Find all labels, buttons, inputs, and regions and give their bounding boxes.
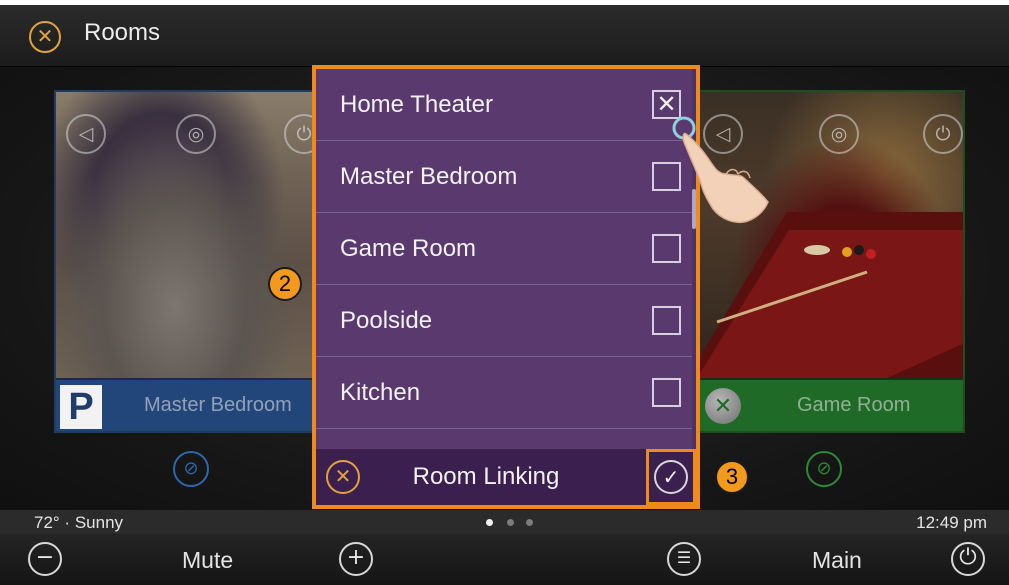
dialog-footer: ✕ Room Linking ✓ bbox=[316, 449, 696, 505]
power-button[interactable]: ⏻ bbox=[951, 542, 985, 576]
room-row-poolside[interactable]: Poolside bbox=[316, 285, 696, 357]
lightbulb-icon[interactable]: ◎ bbox=[176, 114, 216, 154]
checkbox[interactable] bbox=[652, 378, 681, 407]
power-icon[interactable]: ⏻ bbox=[923, 114, 963, 154]
room-linking-dialog: Home Theater ✕ Master Bedroom Game Room … bbox=[312, 65, 700, 509]
bottom-toolbar: − Mute + ☰ Main ⏻ bbox=[0, 534, 1009, 585]
confirm-button[interactable]: ✓ bbox=[646, 449, 696, 505]
room-row-master-bedroom[interactable]: Master Bedroom bbox=[316, 141, 696, 213]
header-bar: ✕ Rooms bbox=[0, 5, 1009, 67]
link-icon[interactable]: ⊘ bbox=[173, 451, 209, 487]
app-window: ✕ Rooms ◁ ◎ ⏻ P Master Bedroom ◁ ◎ ⏻ ✕ G… bbox=[0, 0, 1009, 585]
page-indicator-dot-active[interactable] bbox=[486, 519, 493, 526]
volume-down-button[interactable]: − bbox=[28, 542, 62, 576]
room-row-label: Poolside bbox=[340, 307, 433, 334]
room-row-label: Master Bedroom bbox=[340, 163, 518, 190]
step-callout-2: 2 bbox=[268, 267, 302, 301]
main-button[interactable]: Main bbox=[812, 547, 862, 574]
pointing-hand-icon bbox=[672, 116, 769, 224]
pandora-logo-icon: P bbox=[60, 385, 102, 429]
room-card-bar: P Master Bedroom bbox=[56, 380, 319, 431]
lightbulb-icon[interactable]: ◎ bbox=[819, 114, 859, 154]
page-title: Rooms bbox=[84, 19, 161, 46]
room-row-label: Game Room bbox=[340, 235, 477, 262]
step-callout-3: 3 bbox=[715, 460, 749, 494]
room-row-home-theater[interactable]: Home Theater ✕ bbox=[316, 69, 696, 141]
room-row-label: Kitchen bbox=[340, 379, 421, 406]
room-card-bar: ✕ Game Room bbox=[697, 380, 963, 431]
page-indicator-dot[interactable] bbox=[507, 519, 514, 526]
room-row-kitchen[interactable]: Kitchen bbox=[316, 357, 696, 429]
checkmark-icon[interactable]: ✓ bbox=[654, 460, 688, 494]
weather-readout: 72° · Sunny bbox=[34, 513, 124, 532]
room-row-game-room[interactable]: Game Room bbox=[316, 213, 696, 285]
close-icon[interactable]: ✕ bbox=[29, 21, 61, 53]
mute-button[interactable]: Mute bbox=[182, 547, 233, 574]
status-bar: 72° · Sunny 12:49 pm bbox=[0, 510, 1009, 534]
room-card-label: Master Bedroom bbox=[144, 394, 292, 416]
checkbox[interactable] bbox=[652, 306, 681, 335]
volume-up-button[interactable]: + bbox=[339, 542, 373, 576]
page-indicator-dot[interactable] bbox=[526, 519, 533, 526]
room-card-master-bedroom[interactable]: ◁ ◎ ⏻ P Master Bedroom bbox=[54, 90, 321, 433]
checkbox[interactable] bbox=[652, 234, 681, 263]
room-row-label: Home Theater bbox=[340, 91, 493, 118]
link-icon[interactable]: ⊘ bbox=[806, 451, 842, 487]
clock: 12:49 pm bbox=[916, 513, 987, 532]
remote-icon[interactable]: ☰ bbox=[667, 542, 701, 576]
speaker-icon[interactable]: ◁ bbox=[66, 114, 106, 154]
dialog-title: Room Linking bbox=[412, 463, 560, 490]
room-card-label: Game Room bbox=[797, 394, 911, 416]
xbox-logo-icon: ✕ bbox=[705, 388, 741, 424]
